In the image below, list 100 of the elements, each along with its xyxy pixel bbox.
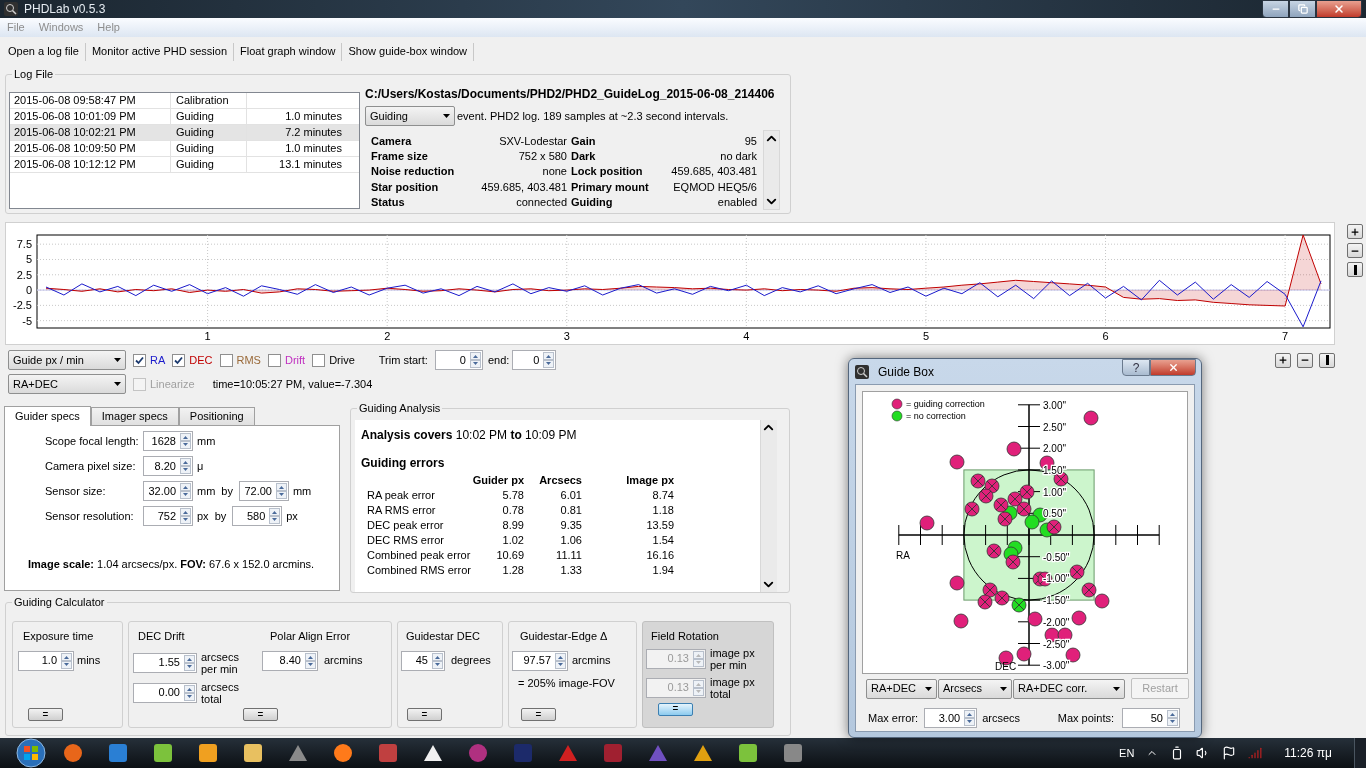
info-label: Status — [371, 194, 406, 210]
taskbar-app-icon[interactable] — [196, 742, 220, 764]
spin-box[interactable]: 1628 — [143, 431, 193, 451]
spin-arrows-icon[interactable] — [432, 652, 443, 669]
dropdown[interactable]: RA+DEC corr. — [1013, 678, 1125, 699]
spin-box[interactable]: 1.55 — [133, 652, 197, 673]
spin-arrows-icon[interactable] — [555, 652, 566, 669]
correction-point — [964, 501, 980, 517]
toolbar-button[interactable]: Open a log file — [2, 41, 85, 62]
spin-box[interactable]: 8.20 — [143, 456, 193, 476]
checkbox-label[interactable]: Drift — [284, 351, 306, 369]
calculate-button[interactable]: = — [28, 708, 63, 721]
checkbox[interactable] — [267, 353, 281, 367]
taskbar-app-icon[interactable] — [736, 742, 760, 764]
session-row[interactable]: 2015-06-08 10:12:12 PM Guiding 13.1 minutes — [10, 157, 359, 173]
tab[interactable]: Guider specs — [4, 406, 91, 426]
spin-arrows-icon[interactable] — [180, 483, 191, 499]
correction-point — [977, 594, 993, 610]
taskbar-app-icon[interactable] — [241, 742, 265, 764]
session-row[interactable]: 2015-06-08 10:01:09 PM Guiding 1.0 minutes — [10, 109, 359, 125]
spin-box[interactable]: 8.40 — [262, 650, 318, 671]
info-value: SXV-Lodestar — [498, 134, 567, 149]
toolbar-button[interactable]: Show guide-box window — [342, 41, 474, 62]
checkbox-label[interactable]: Drive — [329, 351, 355, 369]
scrollbar[interactable] — [760, 420, 777, 592]
dropdown[interactable]: RA+DEC — [8, 374, 126, 394]
session-row[interactable]: 2015-06-08 10:02:21 PM Guiding 7.2 minutes — [10, 125, 359, 141]
spin-arrows-icon[interactable] — [964, 710, 976, 726]
spin-box[interactable]: 580 — [232, 506, 283, 526]
calculate-button[interactable]: = — [407, 708, 442, 721]
spin-box[interactable]: 72.00 — [238, 481, 289, 501]
table-cell-text: 2015-06-08 09:58:47 PM — [13, 93, 137, 108]
axis-tick-label: 7.5 — [16, 238, 32, 251]
language-indicator[interactable]: EN — [1119, 744, 1135, 762]
spin-box[interactable]: 0.00 — [133, 682, 197, 703]
spin-arrows-icon[interactable] — [275, 483, 287, 499]
spin-box[interactable]: 0 — [434, 350, 483, 370]
info-value: no dark — [719, 149, 757, 165]
zoom-button[interactable] — [1319, 352, 1336, 368]
checkbox[interactable] — [133, 353, 146, 367]
caret-icon — [114, 358, 121, 362]
calculate-button[interactable]: = — [521, 708, 556, 721]
spin-box[interactable]: 3.00 — [924, 708, 978, 728]
spin-box[interactable]: 45 — [401, 650, 445, 671]
spin-box[interactable]: 1.0 — [18, 650, 74, 671]
taskbar-app-icon[interactable] — [151, 742, 175, 764]
spin-arrows-icon[interactable] — [269, 508, 281, 524]
zoom-button[interactable] — [1347, 243, 1363, 258]
zoom-button[interactable] — [1275, 352, 1292, 368]
spin-arrows-icon[interactable] — [184, 684, 195, 701]
spin-box[interactable]: 32.00 — [143, 481, 193, 501]
taskbar-app-icon[interactable] — [331, 742, 355, 764]
table-cell-text: 1.94 — [651, 563, 674, 578]
label: Camera pixel size: — [45, 458, 137, 474]
table-cell-text: 10.69 — [495, 548, 524, 563]
spin-box[interactable]: 50 — [1122, 708, 1180, 728]
checkbox-label[interactable]: RMS — [236, 351, 261, 369]
zoom-button[interactable] — [1347, 224, 1363, 239]
spin-arrows-icon[interactable] — [61, 652, 72, 669]
help-button[interactable]: ? — [1122, 359, 1150, 376]
checkbox-label[interactable]: DEC — [189, 351, 213, 369]
close-button[interactable] — [1150, 359, 1196, 376]
dropdown[interactable]: RA+DEC — [866, 678, 937, 699]
label: arcsecs — [982, 710, 1021, 726]
toolbar-button[interactable]: Float graph window — [234, 41, 342, 62]
spin-arrows-icon[interactable] — [1167, 710, 1178, 726]
restore-button[interactable] — [1289, 0, 1316, 18]
dropdown[interactable]: Arcsecs — [938, 678, 1012, 699]
spin-arrows-icon[interactable] — [180, 508, 191, 524]
scrollbar[interactable] — [763, 130, 780, 210]
zoom-button[interactable] — [1347, 262, 1363, 277]
flag-icon[interactable] — [1222, 746, 1237, 760]
tab[interactable]: Positioning — [178, 407, 255, 425]
spin-arrows-icon[interactable] — [184, 654, 195, 671]
checkbox[interactable] — [219, 353, 233, 367]
table-cell: Guiding — [170, 109, 246, 124]
spin-arrows-icon[interactable] — [543, 352, 555, 368]
checkbox[interactable] — [312, 353, 326, 367]
checkbox[interactable] — [172, 353, 186, 367]
spin-box[interactable]: 97.57 — [512, 650, 568, 671]
dropdown[interactable]: Guide px / min — [8, 350, 126, 370]
clock[interactable]: 11:26 πμ — [1284, 744, 1332, 762]
spin-arrows-icon[interactable] — [180, 433, 191, 449]
session-row[interactable]: 2015-06-08 09:58:47 PM Calibration — [10, 93, 359, 109]
spin-arrows-icon[interactable] — [180, 458, 191, 474]
zoom-button[interactable] — [1297, 352, 1314, 368]
minimize-button[interactable] — [1262, 0, 1289, 18]
spin-box[interactable]: 752 — [143, 506, 193, 526]
calculate-button[interactable]: = — [243, 708, 278, 721]
toolbar-button[interactable]: Monitor active PHD session — [85, 41, 234, 62]
spin-box[interactable]: 0 — [512, 350, 557, 370]
session-row[interactable]: 2015-06-08 10:09:50 PM Guiding 1.0 minutes — [10, 141, 359, 157]
table-cell-text: DEC peak error — [366, 518, 445, 533]
checkbox-label[interactable]: RA — [150, 351, 166, 369]
close-button[interactable] — [1316, 0, 1362, 18]
tab[interactable]: Imager specs — [90, 407, 179, 425]
spin-arrows-icon[interactable] — [305, 652, 316, 669]
dropdown[interactable]: Guiding — [365, 106, 455, 126]
start-button-icon[interactable] — [16, 738, 46, 768]
spin-arrows-icon[interactable] — [469, 352, 481, 368]
